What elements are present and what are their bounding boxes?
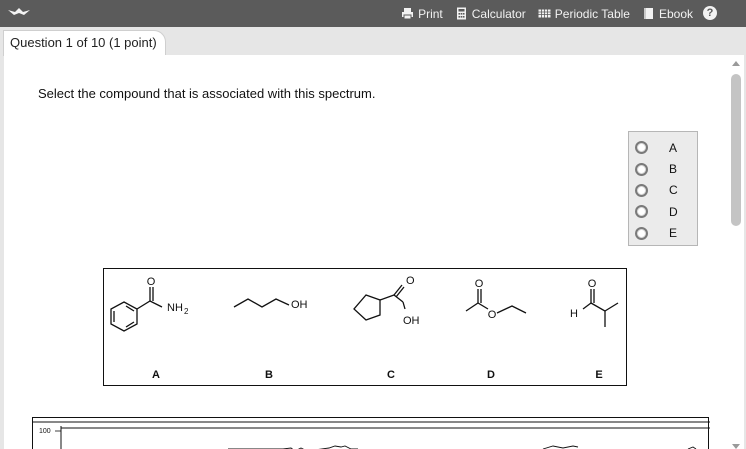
structure-e-drawing — [582, 289, 619, 327]
radio-e[interactable] — [635, 226, 648, 240]
ebook-button[interactable]: Ebook — [642, 7, 693, 21]
periodic-table-icon — [538, 9, 551, 18]
atom-label: H — [570, 308, 578, 320]
periodic-table-label: Periodic Table — [554, 6, 630, 21]
scroll-up-arrow-icon[interactable] — [732, 61, 740, 66]
atom-label: OH — [291, 299, 308, 311]
top-toolbar: Print Calculator Periodic Table Ebook ? — [0, 0, 746, 28]
choice-label: E — [669, 226, 678, 241]
calculator-icon — [456, 7, 466, 20]
help-icon[interactable]: ? — [703, 6, 717, 20]
structures-figure: O NH 2 OH O OH O O O H A B C D E — [103, 268, 627, 386]
atom-label: O — [406, 275, 415, 287]
structure-label: A — [152, 369, 160, 381]
choice-label: A — [669, 140, 678, 155]
scrollbar[interactable] — [731, 61, 741, 449]
choice-b[interactable]: B — [629, 158, 697, 179]
question-tab-row: Question 1 of 10 (1 point) — [0, 27, 746, 56]
print-button[interactable]: Print — [401, 7, 443, 21]
choice-e[interactable]: E — [629, 223, 697, 244]
ir-spectrum: 100 — [32, 417, 710, 449]
choice-a[interactable]: A — [629, 137, 697, 158]
structure-label: C — [387, 369, 395, 381]
atom-label: 2 — [184, 307, 189, 316]
print-label: Print — [418, 6, 443, 21]
question-panel: Select the compound that is associated w… — [4, 55, 744, 449]
question-tab[interactable]: Question 1 of 10 (1 point) — [3, 30, 166, 56]
calculator-button[interactable]: Calculator — [455, 7, 526, 21]
atom-label: O — [475, 278, 484, 290]
structure-label: E — [595, 369, 602, 381]
structure-label: B — [265, 369, 273, 381]
atom-label: OH — [403, 315, 420, 327]
periodic-table-button[interactable]: Periodic Table — [538, 7, 630, 21]
scroll-down-arrow-icon[interactable] — [732, 444, 740, 449]
radio-d[interactable] — [635, 205, 648, 219]
radio-a[interactable] — [635, 141, 648, 155]
atom-label: O — [588, 278, 597, 290]
structure-a-drawing — [110, 287, 163, 332]
choice-label: D — [669, 204, 678, 219]
scroll-thumb[interactable] — [731, 74, 741, 226]
choice-c[interactable]: C — [629, 180, 697, 201]
atom-label: NH — [167, 302, 183, 314]
structure-b-drawing — [233, 298, 290, 308]
structure-label: D — [487, 369, 495, 381]
book-icon — [643, 8, 653, 19]
question-prompt: Select the compound that is associated w… — [38, 86, 376, 101]
atom-label: O — [488, 309, 497, 321]
answer-choices: A B C D E — [628, 131, 698, 246]
radio-b[interactable] — [635, 162, 648, 176]
radio-c[interactable] — [635, 183, 648, 197]
spectrum-y-tick: 100 — [39, 428, 51, 435]
structure-c-drawing — [353, 284, 406, 321]
printer-icon — [402, 8, 414, 20]
calculator-label: Calculator — [471, 6, 526, 21]
choice-label: B — [669, 162, 678, 177]
ebook-label: Ebook — [658, 6, 693, 21]
choice-label: C — [669, 183, 678, 198]
logo-icon — [8, 8, 30, 15]
choice-d[interactable]: D — [629, 201, 697, 222]
atom-label: O — [147, 276, 156, 288]
